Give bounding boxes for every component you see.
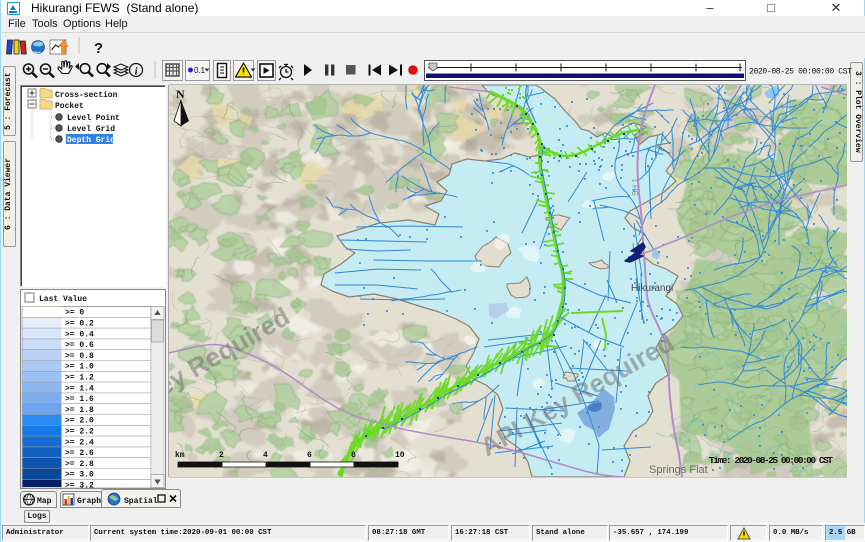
svg-text:Hikurangi: Hikurangi xyxy=(631,283,673,294)
svg-text:6: 6 xyxy=(307,451,312,460)
svg-text:10: 10 xyxy=(395,451,405,460)
svg-text:km: km xyxy=(175,451,185,460)
svg-text:0.1: 0.1 xyxy=(194,66,206,75)
svg-text:>= 0: >= 0 xyxy=(65,309,84,318)
svg-text:>= 1.0: >= 1.0 xyxy=(65,363,94,372)
svg-text:Depth Grid: Depth Grid xyxy=(67,136,115,145)
svg-text:Cross-section: Cross-section xyxy=(55,91,118,100)
svg-text:8: 8 xyxy=(351,451,356,460)
svg-text:Level Grid: Level Grid xyxy=(67,125,115,134)
svg-text:>= 3.0: >= 3.0 xyxy=(65,471,94,480)
svg-text:Last Value: Last Value xyxy=(39,295,87,304)
svg-text:Graph: Graph xyxy=(77,497,101,506)
svg-text:>= 2.6: >= 2.6 xyxy=(65,449,94,458)
svg-text:4: 4 xyxy=(263,451,268,460)
svg-text:>= 0.6: >= 0.6 xyxy=(65,341,94,350)
svg-text:>= 3.2: >= 3.2 xyxy=(65,482,94,489)
svg-text:>= 2.8: >= 2.8 xyxy=(65,460,94,469)
svg-text:N: N xyxy=(176,87,185,101)
svg-text:Spatial: Spatial xyxy=(124,497,158,506)
svg-text:?: ? xyxy=(94,40,103,57)
svg-text:2: 2 xyxy=(219,451,224,460)
svg-text:>= 0.2: >= 0.2 xyxy=(65,320,94,329)
svg-text:>= 2.0: >= 2.0 xyxy=(65,417,94,426)
svg-text:>= 1.8: >= 1.8 xyxy=(65,406,94,415)
svg-text:>= 2.2: >= 2.2 xyxy=(65,428,94,437)
svg-text:>= 1.2: >= 1.2 xyxy=(65,374,94,383)
svg-text:SH 1: SH 1 xyxy=(631,178,640,196)
svg-text:Springs Flat: Springs Flat xyxy=(649,464,708,476)
svg-text:>= 0.4: >= 0.4 xyxy=(65,330,94,339)
svg-text:>= 1.6: >= 1.6 xyxy=(65,395,94,404)
svg-text:Map: Map xyxy=(37,497,52,506)
svg-text:>= 0.8: >= 0.8 xyxy=(65,352,94,361)
svg-text:2020-08-25 00:00:00 CST: 2020-08-25 00:00:00 CST xyxy=(749,68,852,77)
svg-text:>= 1.4: >= 1.4 xyxy=(65,384,94,393)
svg-text:>= 2.4: >= 2.4 xyxy=(65,438,94,447)
svg-text:Level Point: Level Point xyxy=(67,114,120,123)
svg-text:Time: 2020-08-25 00:00:00 CST: Time: 2020-08-25 00:00:00 CST xyxy=(709,455,833,466)
svg-text:Pocket: Pocket xyxy=(55,102,84,111)
